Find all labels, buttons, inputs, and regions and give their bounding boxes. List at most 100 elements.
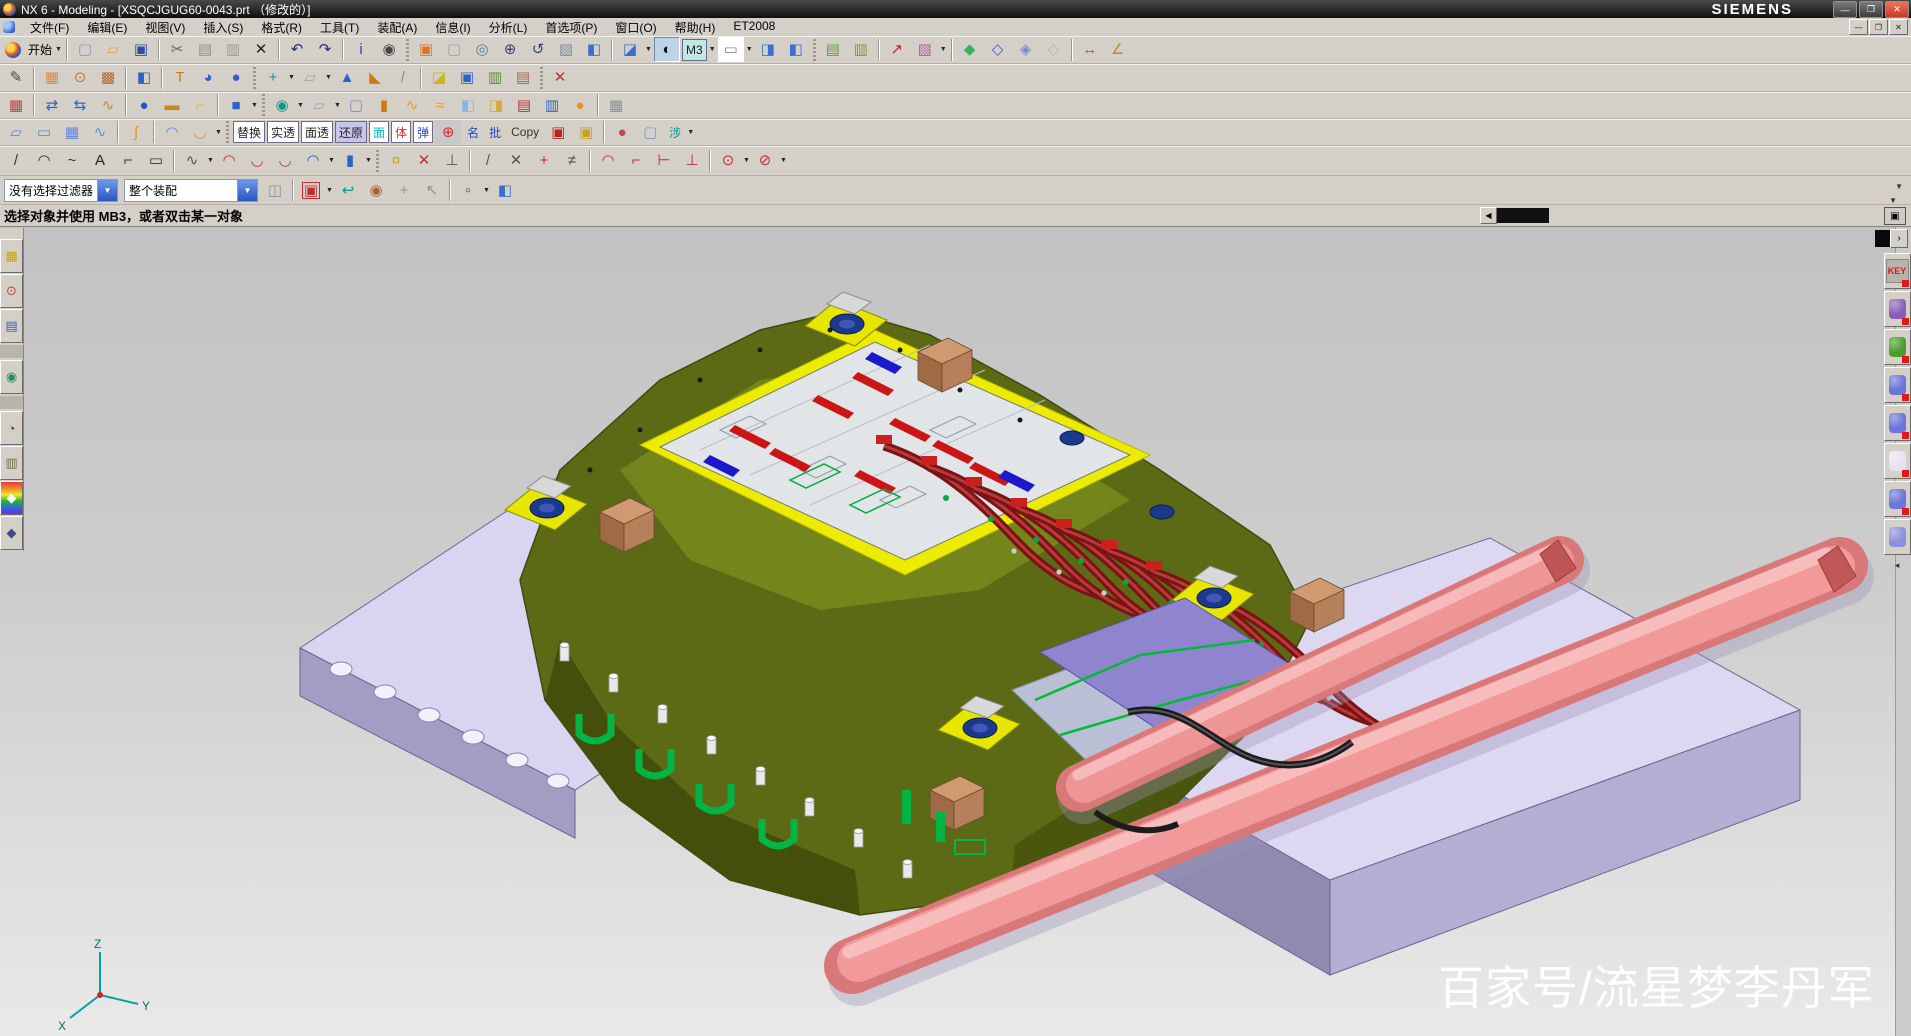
face-display-button[interactable]: 面 [369, 121, 389, 143]
more-features-icon[interactable]: ▦ [603, 93, 629, 118]
menu-item-7[interactable]: 信息(I) [426, 18, 479, 37]
palette-icon[interactable]: ▥ [0, 446, 23, 480]
red-wire-cube-icon[interactable]: ▣ [545, 120, 571, 145]
deselect-icon[interactable]: ◇ [1041, 37, 1067, 62]
circle-icon[interactable]: ⊙ [715, 148, 741, 173]
plane-icon[interactable]: ▱ [297, 65, 323, 90]
toolbar-grip[interactable] [406, 39, 409, 61]
copy-icon[interactable]: ▤ [192, 37, 218, 62]
elbow-part-button[interactable] [1884, 519, 1911, 555]
replace-display-button[interactable]: 替换 [233, 121, 265, 143]
visualization-rainbow-icon[interactable]: ◆ [0, 481, 23, 515]
rectangle-icon[interactable]: ▭ [143, 148, 169, 173]
revolve-icon[interactable]: ◕ [195, 65, 221, 90]
dropdown-arrow-icon[interactable]: ▼ [482, 187, 491, 194]
crosshair-icon[interactable]: + [391, 178, 417, 203]
red-corner-icon[interactable]: ⌐ [623, 148, 649, 173]
menu-item-6[interactable]: 装配(A) [368, 18, 426, 37]
menu-item-3[interactable]: 插入(S) [194, 18, 252, 37]
studio-surface-icon[interactable]: ∿ [87, 120, 113, 145]
selection-scope-combo[interactable]: 整个装配▼ [124, 179, 258, 202]
pattern-icon[interactable]: ▦ [3, 93, 29, 118]
red-arc1-icon[interactable]: ◠ [595, 148, 621, 173]
rib-icon[interactable]: ▤ [511, 93, 537, 118]
variational-sweep-icon[interactable]: ≈ [427, 93, 453, 118]
interference-button[interactable]: 涉 [665, 121, 685, 143]
spring-display-button[interactable]: 弹 [413, 121, 433, 143]
cue-scroll-left-button[interactable]: ◀ [1480, 207, 1497, 224]
slot-icon[interactable]: ▥ [539, 93, 565, 118]
rotate-view-icon[interactable]: ↺ [525, 37, 551, 62]
mdi-close-button[interactable]: ✕ [1889, 19, 1908, 35]
tray-icon[interactable]: ▬ [159, 93, 185, 118]
menu-item-1[interactable]: 编辑(E) [78, 18, 136, 37]
dropdown-arrow-icon[interactable]: ▼ [214, 129, 223, 136]
rightbar-collapse-arrow[interactable]: ◂ [1895, 560, 1900, 571]
swept-icon[interactable]: ∿ [399, 93, 425, 118]
mirror-feature-icon[interactable]: ⇆ [67, 93, 93, 118]
background-color-icon[interactable]: ▭ [718, 37, 744, 62]
cylinder-icon[interactable]: ● [223, 65, 249, 90]
text-icon[interactable]: A [87, 148, 113, 173]
shaded-cube-icon[interactable]: ◧ [581, 37, 607, 62]
batch-display-button[interactable]: 批 [485, 121, 505, 143]
menu-item-2[interactable]: 视图(V) [136, 18, 194, 37]
sketch-icon[interactable]: ✎ [3, 65, 29, 90]
assembly-people-icon[interactable]: ◫ [262, 178, 288, 203]
restore-button[interactable]: ❐ [1859, 1, 1883, 18]
dropdown-arrow-icon[interactable]: ▼ [364, 157, 373, 164]
mirror-body-icon[interactable]: ⇄ [39, 93, 65, 118]
line-icon[interactable]: / [3, 148, 29, 173]
dropdown-arrow-icon[interactable]: ▼ [644, 46, 653, 53]
move-to-layer-icon[interactable]: ◨ [755, 37, 781, 62]
name-display-button[interactable]: 名 [463, 121, 483, 143]
cavity-icon[interactable]: ◨ [483, 93, 509, 118]
punch-holder-part-button[interactable] [1884, 291, 1911, 327]
measure-angle-icon[interactable]: ∠ [1105, 37, 1131, 62]
datum-axis-icon[interactable]: ↗ [884, 37, 910, 62]
menu-item-4[interactable]: 格式(R) [252, 18, 311, 37]
grab-hand-icon[interactable]: ↖ [419, 178, 445, 203]
select-diamond-icon[interactable]: ◇ [985, 37, 1011, 62]
start-menu-button[interactable]: 开始 [28, 41, 52, 58]
selection-filter-combo[interactable]: 没有选择过滤器▼ [4, 179, 118, 202]
toolbar-grip[interactable] [253, 67, 256, 89]
flange-surface-icon[interactable]: ◠ [159, 120, 185, 145]
fillet-curve-icon[interactable]: ◠ [216, 148, 242, 173]
boolean-icon[interactable]: ◉ [269, 93, 295, 118]
information-icon[interactable]: i [348, 37, 374, 62]
delete-text-cursor-icon[interactable]: ✕ [547, 65, 573, 90]
toolbar-overflow-arrow[interactable]: ▼ [1895, 182, 1903, 191]
project-curve-icon[interactable]: ▮ [337, 148, 363, 173]
selection-overflow-arrow[interactable]: ▼ [1889, 196, 1897, 205]
window-gray-icon[interactable]: ▢ [441, 37, 467, 62]
fillet-curve2-icon[interactable]: ◡ [244, 148, 270, 173]
save-icon[interactable]: ▣ [128, 37, 154, 62]
unite-icon[interactable]: ▣ [454, 65, 480, 90]
paste-icon[interactable]: ▥ [220, 37, 246, 62]
selection-scope-combo-arrow[interactable]: ▼ [237, 180, 257, 201]
dropdown-arrow-icon[interactable]: ▼ [54, 46, 63, 53]
arc-icon[interactable]: ◠ [31, 148, 57, 173]
redo-icon[interactable]: ↷ [312, 37, 338, 62]
back-arrow-icon[interactable]: ↩ [335, 178, 361, 203]
unequal-curve-icon[interactable]: ≠ [559, 148, 585, 173]
dropdown-arrow-icon[interactable]: ▼ [250, 102, 259, 109]
corner-cube-icon[interactable]: ◧ [131, 65, 157, 90]
solid-cube-icon[interactable]: ■ [223, 93, 249, 118]
m3-view-button[interactable]: M3 [682, 39, 707, 61]
clamp-icon[interactable]: ▤ [510, 65, 536, 90]
die-insert-part-button[interactable] [1884, 329, 1911, 365]
corner-icon[interactable]: ⌐ [115, 148, 141, 173]
window-cascade-icon[interactable]: ▣ [413, 37, 439, 62]
part-navigator-icon[interactable]: ▤ [0, 309, 23, 343]
scroll-right-button[interactable]: › [1890, 229, 1908, 248]
point-icon[interactable]: + [260, 65, 286, 90]
gold-wire-cube-icon[interactable]: ▣ [573, 120, 599, 145]
fan-surface-icon[interactable]: ∿ [95, 93, 121, 118]
restore-display-button[interactable]: 还原 [335, 121, 367, 143]
cylinder-primitive-icon[interactable]: ⊙ [67, 65, 93, 90]
shading-mode-icon[interactable]: ◐ [654, 37, 680, 62]
tangent-icon[interactable]: ⊢ [651, 148, 677, 173]
perpendicular-icon[interactable]: ⊥ [679, 148, 705, 173]
